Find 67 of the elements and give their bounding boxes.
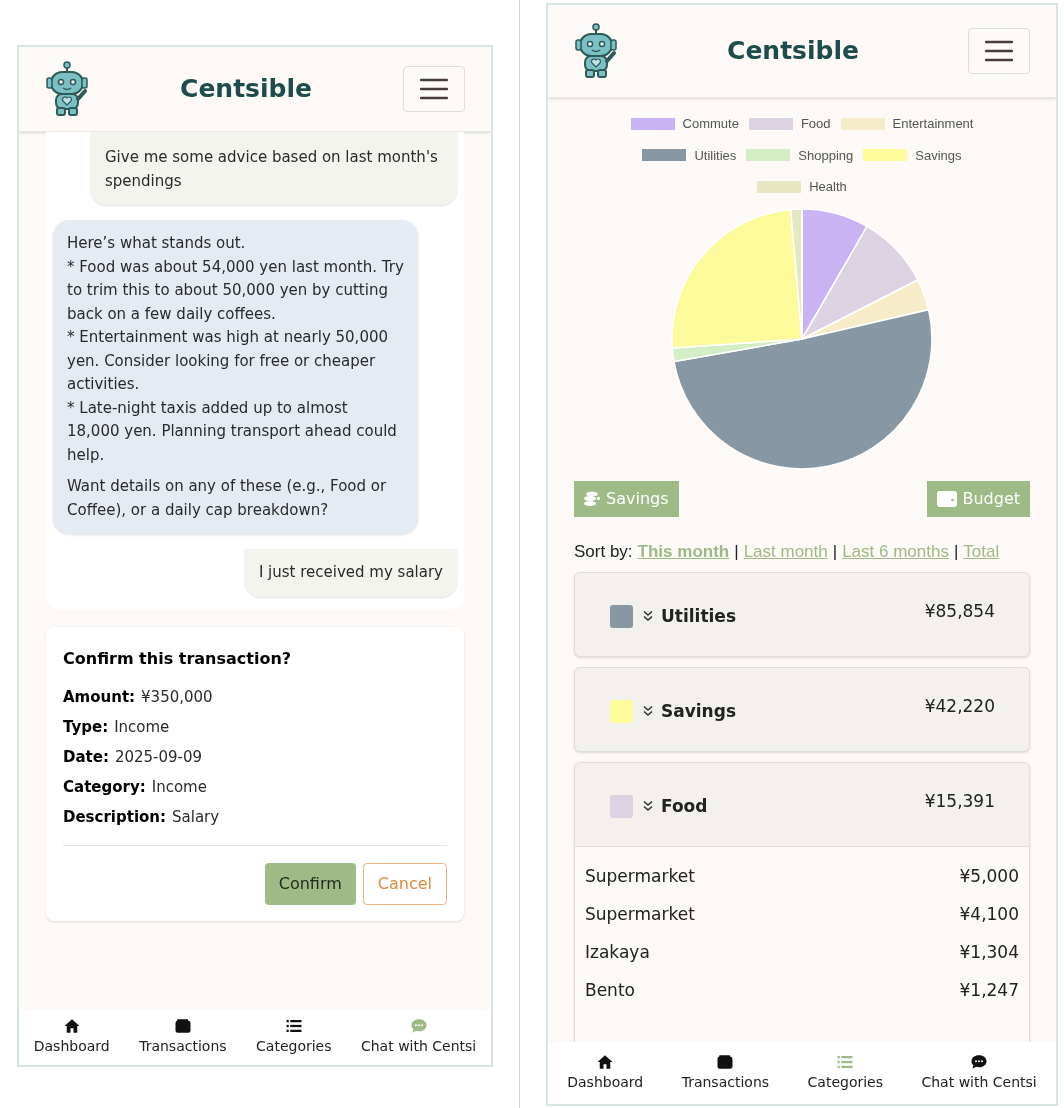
sort-label: Sort by: (574, 541, 633, 561)
field-label: Category: (63, 776, 146, 798)
robot-logo-icon (574, 23, 618, 79)
field-label: Date: (63, 746, 109, 768)
field-value: 2025-09-09 (114, 746, 203, 768)
wallet-icon (937, 490, 958, 507)
legend-label: Savings (915, 146, 962, 165)
nav-tab[interactable]: Dashboard (563, 1053, 648, 1093)
confirm-title: Confirm this transaction? (63, 647, 293, 670)
message-text: * Entertainment was high at nearly 50,000 yen. Consider looking for free or cheaper activities. (67, 327, 390, 395)
field-label: Type: (63, 716, 109, 738)
double-chevron-icon (643, 610, 653, 623)
double-chevron-icon (643, 705, 653, 718)
nav-tab[interactable]: Chat with Centsi (917, 1053, 1041, 1093)
separator-text: | (832, 541, 838, 561)
list-icon (835, 1053, 856, 1071)
nav-tab[interactable]: Transactions (677, 1053, 774, 1093)
app-title: Centsible (727, 35, 859, 68)
transaction-name: Izakaya (585, 940, 650, 964)
category-amount: ¥15,391 (924, 789, 995, 813)
app-title: Centsible (180, 73, 312, 106)
menu-icon (985, 40, 1013, 62)
nav-tab[interactable]: Dashboard (29, 1017, 114, 1057)
legend-label: Entertainment (892, 115, 974, 133)
message-text: * Food was about 54,000 yen last month. Try to trim this to about 50,000 yen by cutting back on a few daily coffees. (67, 256, 404, 325)
field-label: Description: (63, 806, 166, 828)
nav-tab[interactable]: Categories (803, 1053, 887, 1093)
menu-button[interactable] (968, 28, 1030, 74)
field-value: Salary (172, 806, 220, 828)
message-text: I just received my salary (258, 562, 443, 583)
legend-label: Health (809, 178, 847, 196)
nav-tab[interactable]: Transactions (135, 1017, 231, 1057)
legend-label: Commute (682, 115, 739, 133)
separator-text: | (953, 541, 959, 561)
legend-label: Food (800, 115, 831, 133)
category-amount: ¥85,854 (924, 599, 995, 623)
category-header[interactable]: Utilities ¥85,854 (575, 572, 1029, 656)
category-header[interactable]: Savings ¥42,220 (575, 667, 1029, 751)
transaction-name: Bento (585, 978, 635, 1002)
legend-label: Shopping (798, 146, 854, 165)
coins-icon (584, 490, 601, 507)
message-text: Give me some advice based on last month's spendings (105, 147, 439, 192)
double-chevron-icon (643, 800, 653, 813)
separator-text: | (734, 541, 739, 561)
legend-label: Utilities (694, 146, 737, 165)
nav-tab[interactable]: Chat with Centsi (356, 1017, 481, 1057)
menu-button[interactable] (403, 66, 465, 112)
transaction-amount: ¥1,247 (959, 978, 1019, 1002)
field-value: ¥350,000 (141, 686, 213, 708)
transaction-amount: ¥5,000 (959, 864, 1019, 888)
confirm-button[interactable]: Confirm (264, 862, 356, 905)
wallet-icon (715, 1053, 736, 1071)
transaction-name: Supermarket (585, 864, 695, 888)
transaction-amount: ¥1,304 (959, 940, 1019, 964)
transaction-name: Supermarket (585, 902, 695, 926)
field-label: Amount: (63, 686, 136, 708)
field-value: Income (151, 776, 207, 798)
message-text: Here’s what stands out. (67, 233, 247, 254)
message-text: * Late-night taxis added up to almost 18,000 yen. Planning transport ahead could help. (67, 397, 398, 466)
transaction-amount: ¥4,100 (959, 902, 1019, 926)
robot-logo-icon (45, 61, 89, 117)
menu-icon (420, 78, 448, 100)
nav-tab[interactable]: Categories (252, 1017, 336, 1057)
category-amount: ¥42,220 (924, 694, 995, 718)
message-text: Want details on any of these (e.g., Food or Coffee), or a daily cap breakdown? (67, 476, 388, 521)
category-header[interactable]: Food ¥15,391 (575, 762, 1029, 846)
field-value: Income (114, 716, 170, 738)
